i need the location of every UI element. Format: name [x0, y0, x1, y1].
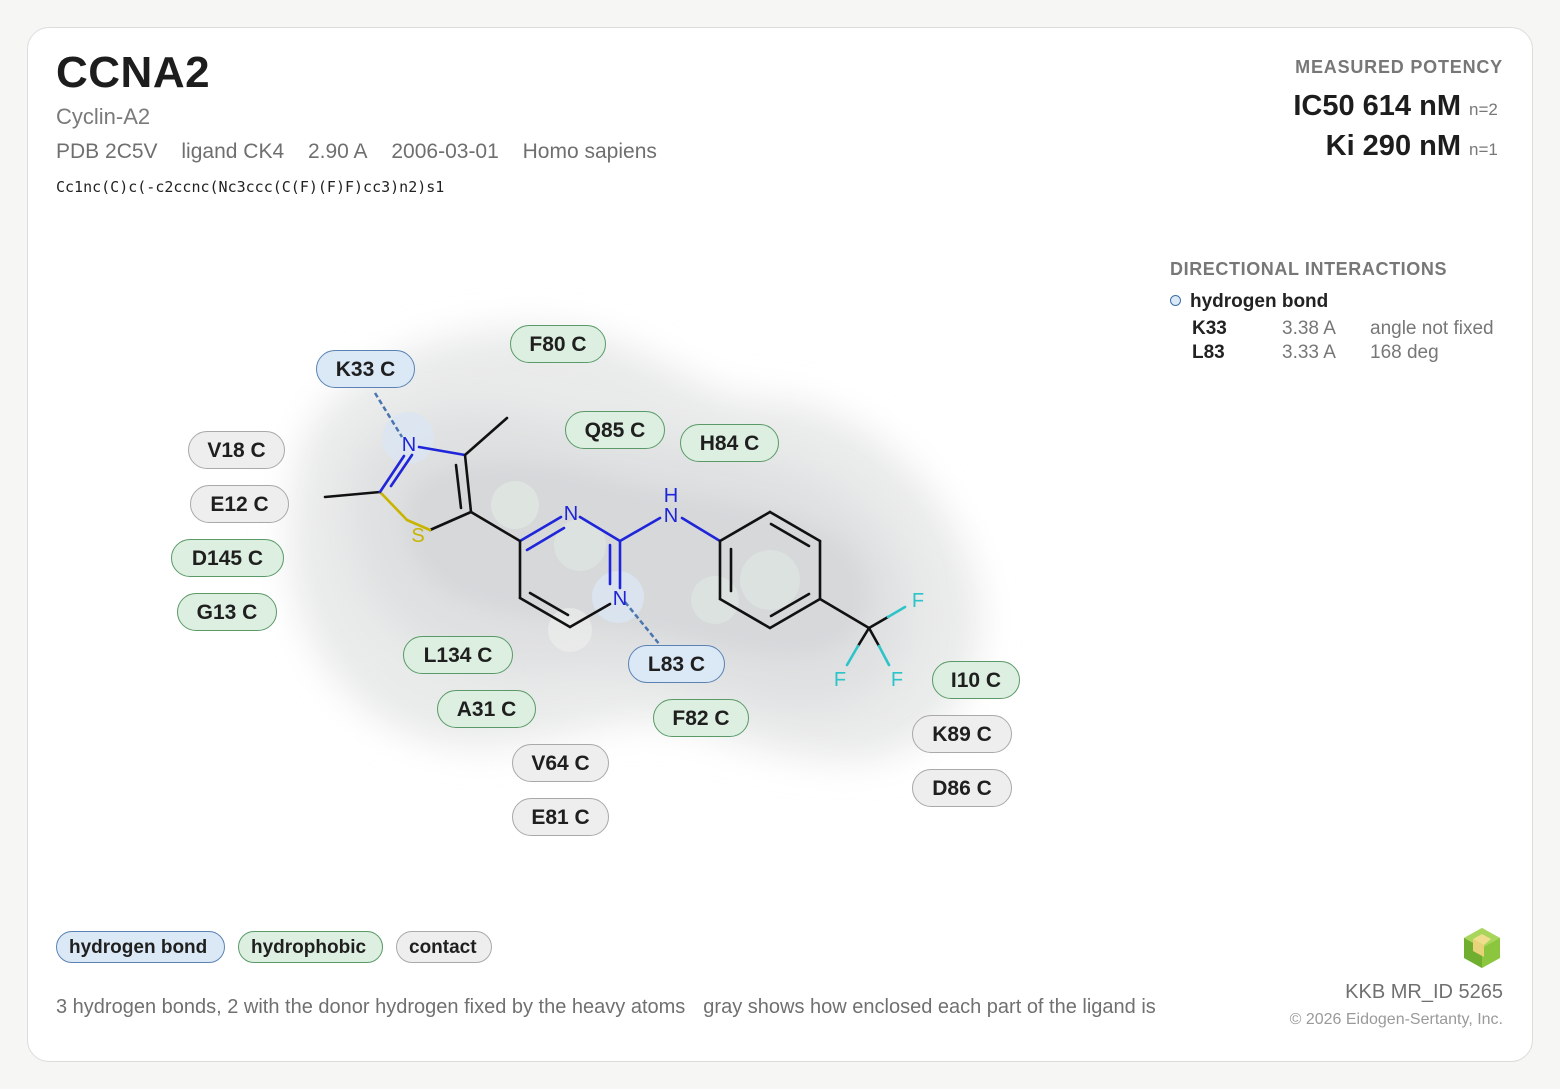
legend-contact: contact [396, 931, 492, 963]
copyright: © 2026 Eidogen-Sertanty, Inc. [1289, 1011, 1503, 1028]
atom-label: N [613, 588, 627, 610]
residue-a31[interactable]: A31 C [437, 690, 536, 728]
residue-l134[interactable]: L134 C [403, 636, 513, 674]
enclosure-note: gray shows how enclosed each part of the… [703, 996, 1156, 1018]
residue-f80[interactable]: F80 C [510, 325, 606, 363]
record-id: KKB MR_ID 5265 [1345, 981, 1503, 1003]
legend-hydrogen-bond: hydrogen bond [56, 931, 225, 963]
residue-d86[interactable]: D86 C [912, 769, 1012, 807]
atom-label: N [564, 503, 578, 525]
atom-label: F [834, 669, 846, 691]
residue-f82[interactable]: F82 C [653, 699, 749, 737]
atom-label: N [664, 505, 678, 527]
residue-g13[interactable]: G13 C [177, 593, 277, 631]
residue-v64[interactable]: V64 C [512, 744, 609, 782]
legend-hydrophobic: hydrophobic [238, 931, 383, 963]
residue-d145[interactable]: D145 C [171, 539, 284, 577]
atom-label: N [402, 434, 416, 456]
enclosure-shading [290, 328, 980, 760]
atom-label: H [664, 485, 678, 507]
residue-l83[interactable]: L83 C [628, 645, 725, 683]
hbond-summary: 3 hydrogen bonds, 2 with the donor hydro… [56, 996, 686, 1018]
hexagon-cube-logo-icon [1464, 928, 1500, 968]
residue-k33[interactable]: K33 C [316, 350, 415, 388]
residue-e81[interactable]: E81 C [512, 798, 609, 836]
atom-label: S [411, 525, 424, 547]
residue-i10[interactable]: I10 C [932, 661, 1020, 699]
residue-q85[interactable]: Q85 C [565, 411, 665, 449]
residue-e12[interactable]: E12 C [190, 485, 289, 523]
atom-label: F [891, 669, 903, 691]
atom-label: F [912, 590, 924, 612]
residue-h84[interactable]: H84 C [680, 424, 779, 462]
residue-k89[interactable]: K89 C [912, 715, 1012, 753]
residue-v18[interactable]: V18 C [188, 431, 285, 469]
footer-note: 3 hydrogen bonds, 2 with the donor hydro… [56, 996, 1174, 1019]
